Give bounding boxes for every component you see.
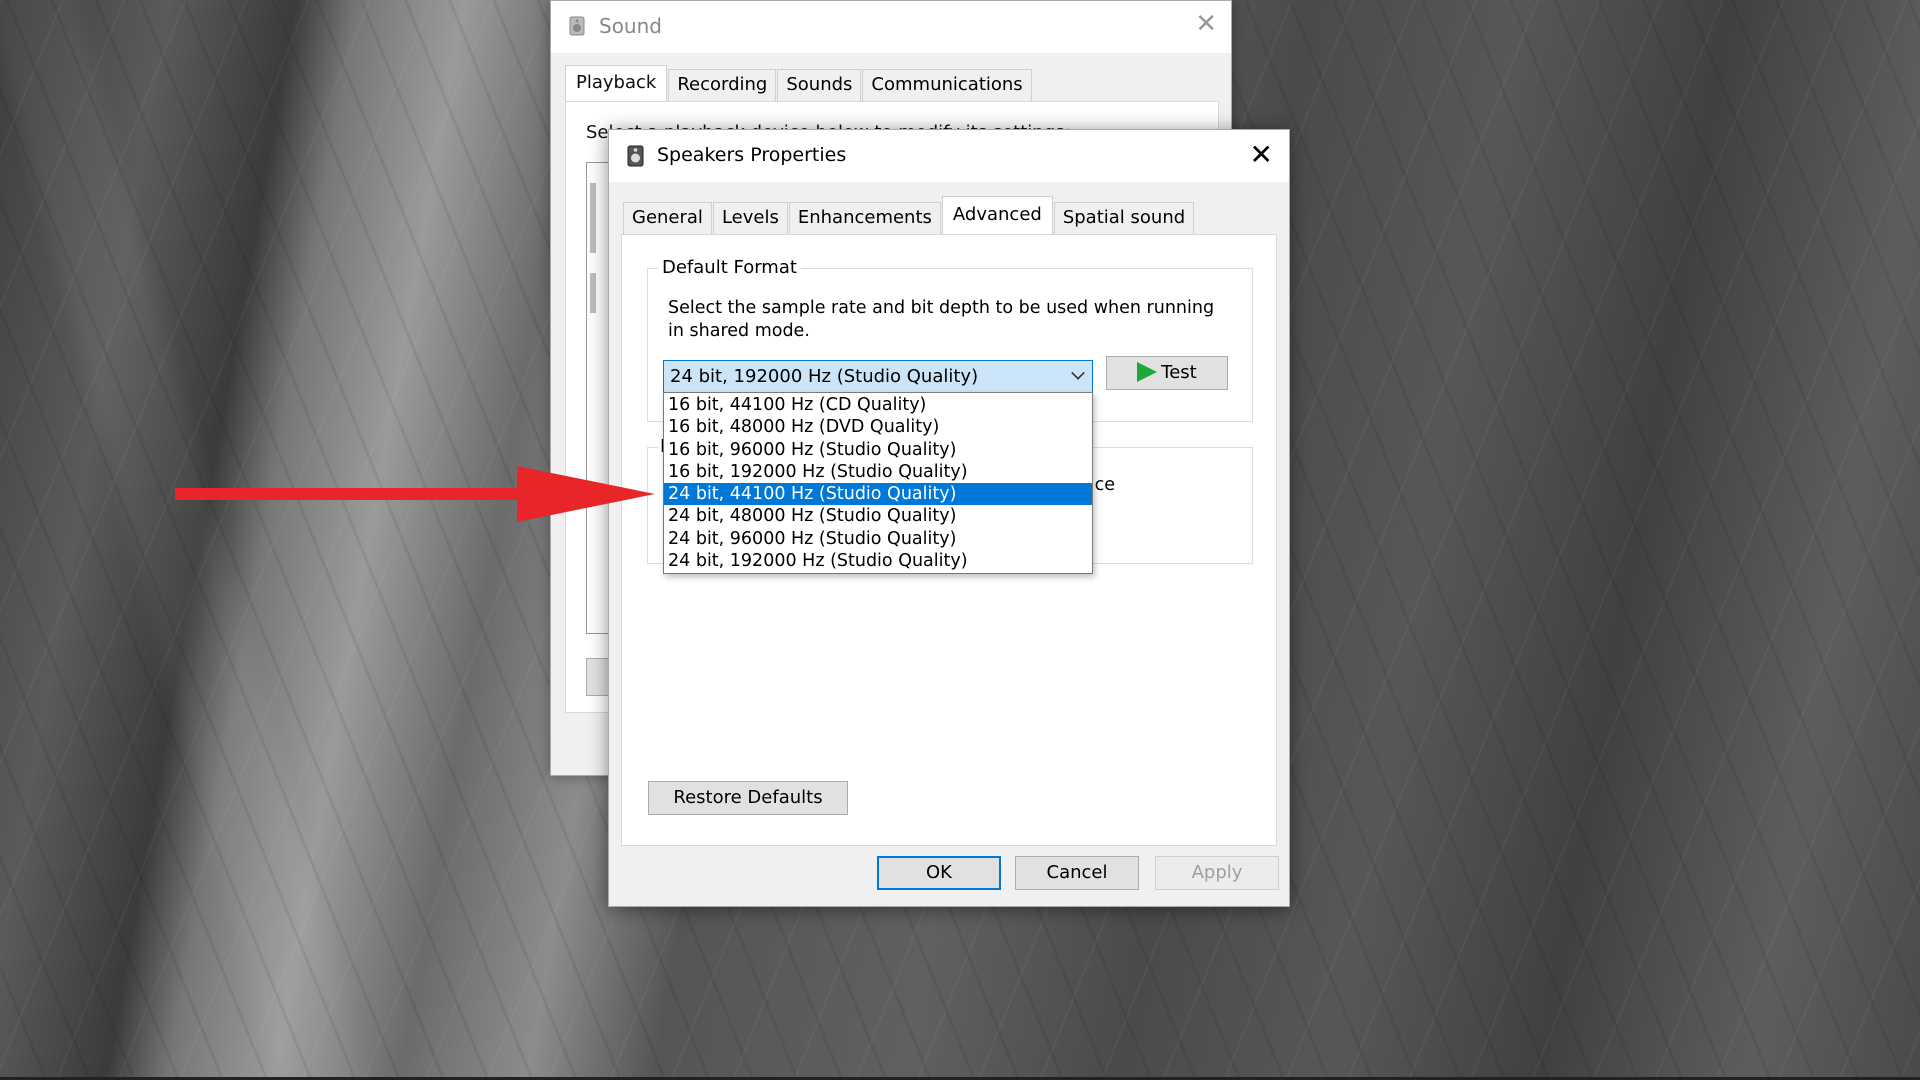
sound-tabs: Playback Recording Sounds Communications: [565, 65, 1033, 101]
format-option[interactable]: 24 bit, 96000 Hz (Studio Quality): [664, 528, 1092, 550]
cancel-button[interactable]: Cancel: [1015, 856, 1139, 890]
play-icon: [1137, 362, 1158, 382]
properties-titlebar[interactable]: Speakers Properties ✕: [609, 130, 1289, 182]
advanced-tab-panel: Default Format Select the sample rate an…: [621, 234, 1277, 846]
format-option-highlighted[interactable]: 24 bit, 44100 Hz (Studio Quality): [664, 483, 1092, 506]
tab-recording[interactable]: Recording: [668, 69, 777, 101]
speaker-icon: [627, 145, 644, 167]
tab-general[interactable]: General: [623, 202, 712, 234]
tab-advanced[interactable]: Advanced: [941, 196, 1053, 234]
chevron-down-icon: [1071, 366, 1085, 380]
annotation-arrow-icon: [175, 466, 655, 522]
dialog-title: Speakers Properties: [657, 144, 847, 166]
close-icon[interactable]: ✕: [1250, 138, 1273, 171]
tab-playback[interactable]: Playback: [565, 65, 668, 101]
tab-enhancements[interactable]: Enhancements: [788, 202, 941, 234]
tab-levels[interactable]: Levels: [712, 202, 788, 234]
format-option[interactable]: 16 bit, 96000 Hz (Studio Quality): [664, 439, 1092, 461]
speaker-icon: [569, 16, 585, 36]
format-dropdown-list: 16 bit, 44100 Hz (CD Quality) 16 bit, 48…: [663, 392, 1093, 575]
tab-spatial-sound[interactable]: Spatial sound: [1053, 202, 1195, 234]
sound-titlebar[interactable]: Sound ✕: [551, 1, 1231, 53]
sound-window-title: Sound: [599, 14, 662, 38]
speakers-properties-dialog: Speakers Properties ✕ General Levels Enh…: [608, 129, 1290, 907]
test-button[interactable]: Test: [1106, 356, 1228, 390]
ok-button[interactable]: OK: [877, 856, 1001, 890]
tab-communications[interactable]: Communications: [862, 69, 1032, 101]
close-icon[interactable]: ✕: [1195, 9, 1217, 39]
format-select-value: 24 bit, 192000 Hz (Studio Quality): [670, 366, 979, 387]
tab-sounds[interactable]: Sounds: [777, 69, 862, 101]
format-select[interactable]: 24 bit, 192000 Hz (Studio Quality): [663, 360, 1093, 394]
format-option[interactable]: 24 bit, 48000 Hz (Studio Quality): [664, 505, 1092, 527]
apply-button: Apply: [1155, 856, 1279, 890]
default-format-description: Select the sample rate and bit depth to …: [668, 298, 1215, 341]
format-option[interactable]: 16 bit, 44100 Hz (CD Quality): [664, 394, 1092, 416]
restore-defaults-button[interactable]: Restore Defaults: [648, 781, 848, 815]
properties-tabs: General Levels Enhancements Advanced Spa…: [623, 196, 1195, 234]
default-format-legend: Default Format: [658, 257, 801, 278]
format-option[interactable]: 16 bit, 48000 Hz (DVD Quality): [664, 416, 1092, 438]
test-button-label: Test: [1161, 362, 1197, 383]
format-option[interactable]: 16 bit, 192000 Hz (Studio Quality): [664, 461, 1092, 483]
format-option[interactable]: 24 bit, 192000 Hz (Studio Quality): [664, 550, 1092, 572]
